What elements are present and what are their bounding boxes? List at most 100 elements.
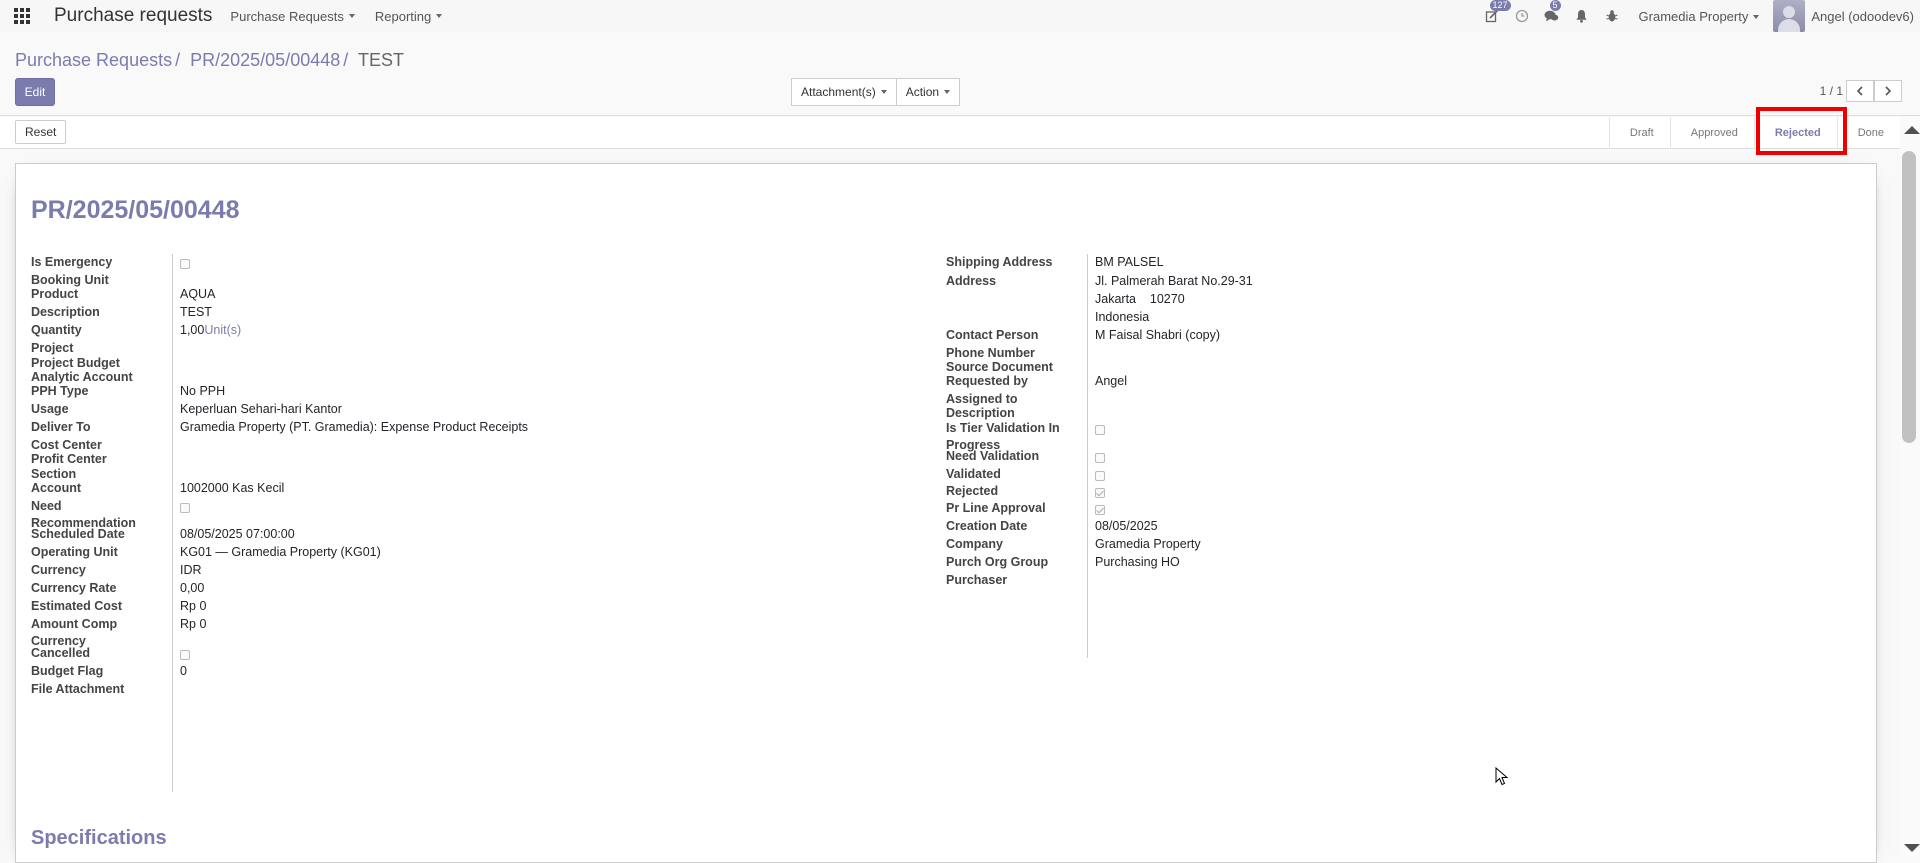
label-creation-date: Creation Date — [946, 519, 1028, 533]
creation-date-value: 08/05/2025 — [1095, 519, 1158, 533]
apps-menu-icon[interactable] — [0, 0, 44, 32]
scheduled-date-value: 08/05/2025 07:00:00 — [180, 527, 295, 541]
rejected-checkbox[interactable] — [1095, 487, 1105, 498]
bug-icon[interactable] — [1597, 0, 1627, 32]
chat-icon[interactable]: 5 — [1537, 0, 1567, 32]
label-shipping-address: Shipping Address — [946, 255, 1053, 269]
menu-reporting[interactable]: Reporting — [374, 8, 443, 24]
label-product: Product — [31, 287, 79, 301]
currency-rate-value: 0,00 — [180, 581, 205, 595]
address-city: Jakarta — [1095, 292, 1136, 306]
shipping-address-value[interactable]: BM PALSEL — [1095, 254, 1164, 271]
form-sheet: PR/2025/05/00448 Is Emergency Booking Un… — [15, 163, 1877, 863]
budget-flag-value: 0 — [180, 664, 187, 678]
chevron-left-icon — [1856, 86, 1863, 96]
company-switcher-label: Gramedia Property — [1638, 8, 1749, 24]
systray: 127 5 Gramedia Property Angel (odoodev6) — [1477, 0, 1920, 32]
breadcrumb-pr-record[interactable]: PR/2025/05/00448 — [190, 50, 340, 70]
amount-comp-currency-value: Rp 0 — [180, 617, 207, 631]
label-contact-person: Contact Person — [946, 328, 1039, 342]
bell-icon[interactable] — [1567, 0, 1597, 32]
need-validation-checkbox[interactable] — [1095, 452, 1105, 463]
purch-org-group-value[interactable]: Purchasing HO — [1095, 554, 1180, 571]
label-is-emergency: Is Emergency — [31, 255, 113, 269]
pr-line-approval-checkbox[interactable] — [1095, 504, 1105, 515]
action-label: Action — [905, 85, 940, 99]
breadcrumb-purchase-requests[interactable]: Purchase Requests — [15, 50, 172, 70]
scrollbar[interactable] — [1900, 117, 1920, 857]
label-currency: Currency — [31, 563, 86, 577]
label-budget-flag: Budget Flag — [31, 664, 104, 678]
currency-value[interactable]: IDR — [180, 562, 202, 579]
chevron-right-icon — [1885, 86, 1892, 96]
action-dropdown[interactable]: Action — [896, 78, 961, 106]
label-requested-by: Requested by — [946, 374, 1028, 388]
label-rejected: Rejected — [946, 484, 999, 498]
scroll-thumb[interactable] — [1902, 151, 1916, 443]
status-step-draft[interactable]: Draft — [1608, 117, 1670, 149]
usage-value[interactable]: Keperluan Sehari-hari Kantor — [180, 401, 342, 418]
deliver-to-value[interactable]: Gramedia Property (PT. Gramedia): Expens… — [180, 419, 528, 436]
pager-previous-button[interactable] — [1846, 80, 1874, 102]
menu-purchase-requests-label: Purchase Requests — [230, 8, 344, 24]
label-purch-org-group: Purch Org Group — [946, 555, 1049, 569]
activity-icon[interactable]: 127 — [1477, 0, 1511, 32]
pph-type-value: No PPH — [180, 384, 226, 398]
clock-icon[interactable] — [1507, 0, 1537, 32]
user-menu[interactable]: Angel (odoodev6) — [1811, 9, 1914, 24]
quantity-value: 1,00 — [180, 323, 205, 337]
scroll-up-arrow-icon[interactable] — [1904, 126, 1920, 134]
breadcrumb: Purchase Requests / PR/2025/05/00448/ TES… — [15, 50, 404, 70]
breadcrumb-current: TEST — [357, 50, 404, 70]
quantity-uom[interactable]: Unit(s) — [204, 323, 241, 337]
caret-down-icon — [348, 14, 355, 18]
label-deliver-to: Deliver To — [31, 420, 91, 434]
status-step-approved[interactable]: Approved — [1669, 117, 1754, 149]
is-emergency-checkbox[interactable] — [180, 258, 190, 269]
label-quantity: Quantity — [31, 323, 82, 337]
label-operating-unit: Operating Unit — [31, 545, 118, 559]
validated-checkbox[interactable] — [1095, 470, 1105, 481]
address-zip: 10270 — [1149, 292, 1185, 306]
label-purchaser: Purchaser — [946, 573, 1008, 587]
caret-down-icon — [880, 90, 887, 94]
label-address: Address — [946, 274, 997, 288]
chat-badge: 5 — [1549, 0, 1561, 11]
company-value: Gramedia Property — [1095, 537, 1201, 551]
control-panel: Purchase Requests / PR/2025/05/00448/ TES… — [0, 32, 1920, 116]
label-cancelled: Cancelled — [31, 646, 91, 660]
app-title: Purchase requests — [54, 5, 213, 26]
company-switcher[interactable]: Gramedia Property — [1639, 9, 1760, 24]
label-estimated-cost: Estimated Cost — [31, 599, 122, 613]
avatar[interactable] — [1773, 0, 1806, 32]
attachments-dropdown[interactable]: Attachment(s) — [791, 78, 897, 106]
label-account: Account — [31, 481, 81, 495]
caret-down-icon — [436, 14, 443, 18]
label-company: Company — [946, 537, 1003, 551]
caret-down-icon — [944, 90, 951, 94]
record-title: PR/2025/05/00448 — [31, 196, 240, 224]
contact-person-value[interactable]: M Faisal Shabri (copy) — [1095, 327, 1220, 344]
description-value: TEST — [180, 305, 212, 319]
menu-purchase-requests[interactable]: Purchase Requests — [230, 8, 355, 24]
scroll-down-arrow-icon[interactable] — [1904, 844, 1920, 852]
pager-value[interactable]: 1 / 1 — [1820, 84, 1843, 98]
requested-by-value[interactable]: Angel — [1095, 373, 1127, 390]
reset-button[interactable]: Reset — [15, 120, 67, 144]
cancelled-checkbox[interactable] — [180, 649, 190, 660]
sidebar-actions: Attachment(s) Action — [791, 78, 961, 106]
estimated-cost-value: Rp 0 — [180, 599, 207, 613]
label-description: Description — [31, 305, 100, 319]
pager-next-button[interactable] — [1874, 80, 1902, 102]
need-recommendation-checkbox[interactable] — [180, 502, 190, 513]
tier-validation-checkbox[interactable] — [1095, 424, 1105, 435]
label-pph-type: PPH Type — [31, 384, 89, 398]
label-pr-line-approval: Pr Line Approval — [946, 501, 1046, 515]
account-value[interactable]: 1002000 Kas Kecil — [180, 480, 284, 497]
edit-button[interactable]: Edit — [15, 78, 55, 106]
menu-reporting-label: Reporting — [374, 8, 432, 24]
product-value[interactable]: AQUA — [180, 286, 215, 303]
operating-unit-value[interactable]: KG01 — Gramedia Property (KG01) — [180, 544, 381, 561]
top-navbar: Purchase requests Purchase Requests Repo… — [0, 0, 1920, 32]
attachments-label: Attachment(s) — [801, 85, 876, 99]
